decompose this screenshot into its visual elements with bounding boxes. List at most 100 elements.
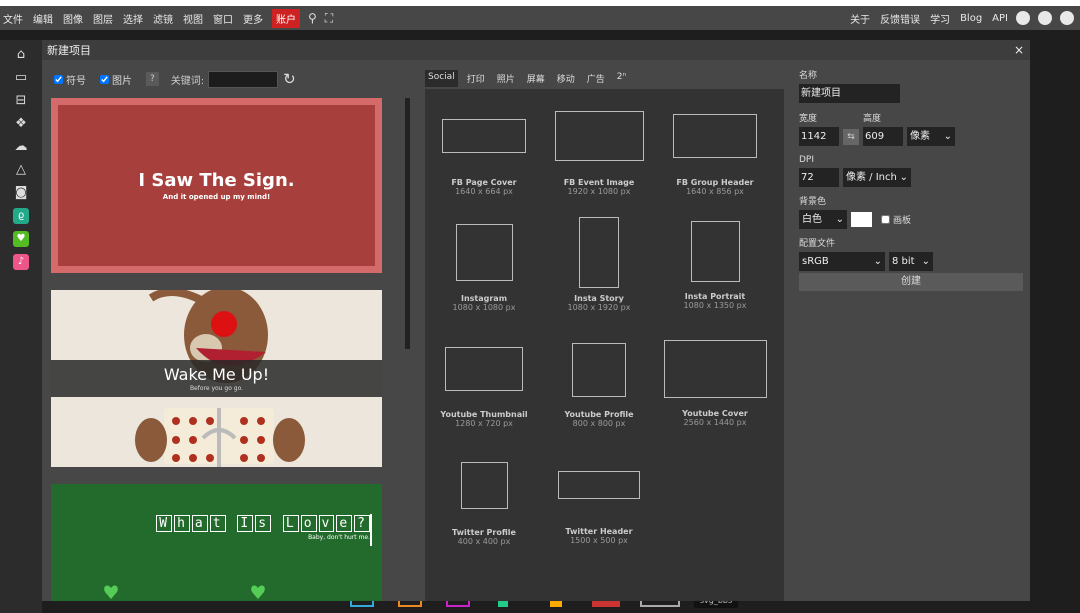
- cloud-icon[interactable]: ☁: [13, 139, 29, 155]
- preset-twitter-header[interactable]: Twitter Header 1500 x 500 px: [540, 471, 658, 545]
- tab-power-of-two[interactable]: 2ⁿ: [614, 70, 629, 87]
- monitor-icon[interactable]: ▭: [13, 70, 29, 86]
- link-blog[interactable]: Blog: [960, 13, 982, 24]
- app-icon-teal[interactable]: ϱ: [13, 208, 29, 224]
- preset-size: 1640 x 664 px: [455, 187, 513, 196]
- tab-screen[interactable]: 屏幕: [524, 70, 548, 87]
- preset-name: Insta Portrait: [684, 292, 746, 301]
- preset-fb-page-cover[interactable]: FB Page Cover 1640 x 664 px: [425, 119, 543, 196]
- gamepad-icon[interactable]: ◙: [13, 185, 29, 201]
- height-input[interactable]: 609: [863, 127, 903, 146]
- filter-symbol-checkbox[interactable]: [54, 74, 63, 84]
- twitter-icon[interactable]: [1038, 11, 1052, 25]
- preset-twitter-profile[interactable]: Twitter Profile 400 x 400 px: [425, 462, 543, 546]
- reddit-icon[interactable]: [1016, 11, 1030, 25]
- menu-edit[interactable]: 编辑: [33, 11, 60, 26]
- background-color-swatch[interactable]: [851, 212, 872, 227]
- chevron-down-icon: ⌄: [943, 131, 952, 142]
- preset-name: Twitter Header: [565, 527, 633, 536]
- help-button[interactable]: ?: [146, 72, 159, 86]
- preset-youtube-thumbnail[interactable]: Youtube Thumbnail 1280 x 720 px: [425, 347, 543, 428]
- preset-instagram[interactable]: Instagram 1080 x 1080 px: [425, 224, 543, 312]
- template-card[interactable]: Wake Me Up! Before you go go.: [51, 290, 382, 467]
- left-toolbar: ⌂ ▭ ⊟ ❖ ☁ △ ◙ ϱ ♥ ♪: [0, 40, 42, 613]
- preset-preview: [673, 114, 757, 158]
- profile-select[interactable]: sRGB ⌄: [799, 252, 885, 271]
- preset-name: Instagram: [460, 294, 508, 303]
- preset-size: 1640 x 856 px: [686, 187, 744, 196]
- template-subtitle: And it opened up my mind!: [162, 193, 271, 201]
- menu-more[interactable]: 更多: [243, 11, 270, 26]
- tab-social[interactable]: Social: [425, 70, 458, 87]
- preset-size: 1280 x 720 px: [455, 419, 513, 428]
- menu-filter[interactable]: 滤镜: [153, 11, 180, 26]
- facebook-icon[interactable]: [1060, 11, 1074, 25]
- tab-mobile[interactable]: 移动: [554, 70, 578, 87]
- bit-depth-value: 8 bit: [892, 256, 915, 267]
- menu-view[interactable]: 视图: [183, 11, 210, 26]
- link-learn[interactable]: 学习: [930, 11, 950, 26]
- chevron-down-icon: ⌄: [873, 256, 882, 267]
- menu-account[interactable]: 账户: [272, 8, 300, 28]
- preset-preview: [442, 119, 526, 153]
- template-list: I Saw The Sign. And it opened up my mind…: [51, 98, 382, 601]
- canvas-label: 画板: [893, 216, 912, 226]
- link-about[interactable]: 关于: [850, 11, 870, 26]
- template-card[interactable]: I Saw The Sign. And it opened up my mind…: [51, 98, 382, 273]
- tab-ad[interactable]: 广告: [584, 70, 608, 87]
- template-card[interactable]: What Is Lo v e? Baby, don't hurt me.: [51, 484, 382, 601]
- heart-decoration: [104, 585, 265, 599]
- menu-file[interactable]: 文件: [3, 11, 30, 26]
- keyword-input[interactable]: [208, 70, 279, 88]
- menu-image[interactable]: 图像: [63, 11, 90, 26]
- template-scrollbar[interactable]: [405, 98, 410, 349]
- name-input[interactable]: 新建项目: [799, 84, 900, 103]
- width-label: 宽度: [799, 114, 818, 124]
- search-icon[interactable]: ⚲: [308, 11, 317, 25]
- dpi-unit-select[interactable]: 像素 / Inch ⌄: [843, 168, 911, 187]
- preset-youtube-profile[interactable]: Youtube Profile 800 x 800 px: [540, 343, 658, 428]
- tab-print[interactable]: 打印: [464, 70, 488, 87]
- preset-fb-group-header[interactable]: FB Group Header 1640 x 856 px: [656, 114, 774, 196]
- preset-insta-story[interactable]: Insta Story 1080 x 1920 px: [540, 217, 658, 312]
- dialog-title: 新建项目: [47, 44, 91, 57]
- link-dimensions-icon[interactable]: ⇆: [843, 128, 859, 145]
- preset-fb-event-image[interactable]: FB Event Image 1920 x 1080 px: [540, 111, 658, 196]
- fullscreen-icon[interactable]: ⛶: [325, 11, 333, 26]
- preset-insta-portrait[interactable]: Insta Portrait 1080 x 1350 px: [656, 221, 774, 310]
- bit-depth-select[interactable]: 8 bit ⌄: [889, 252, 933, 271]
- filter-picture-checkbox[interactable]: [100, 74, 109, 84]
- menu-select[interactable]: 选择: [123, 11, 150, 26]
- dpi-input[interactable]: 72: [799, 168, 839, 187]
- drive-icon[interactable]: ⊟: [13, 93, 29, 109]
- width-input[interactable]: 1142: [799, 127, 839, 146]
- dialog-titlebar: 新建项目 ×: [42, 40, 1030, 60]
- tab-photo[interactable]: 照片: [494, 70, 518, 87]
- canvas-option[interactable]: 画板: [881, 213, 911, 226]
- menubar: 文件 编辑 图像 图层 选择 滤镜 视图 窗口 更多 账户 ⚲ ⛶ 关于 反馈错…: [0, 6, 1080, 30]
- app-icon-pink[interactable]: ♪: [13, 254, 29, 270]
- preset-tabs: Social 打印 照片 屏幕 移动 广告 2ⁿ: [425, 70, 635, 87]
- preset-size: 1080 x 1920 px: [567, 303, 631, 312]
- filter-symbol[interactable]: 符号: [54, 72, 86, 87]
- link-report-bug[interactable]: 反馈错误: [880, 11, 920, 26]
- close-icon[interactable]: ×: [1014, 43, 1024, 57]
- canvas-checkbox[interactable]: [881, 215, 890, 224]
- dropbox-icon[interactable]: ❖: [13, 116, 29, 132]
- menu-window[interactable]: 窗口: [213, 11, 240, 26]
- filter-picture[interactable]: 图片: [100, 72, 132, 87]
- app-icon-green[interactable]: ♥: [13, 231, 29, 247]
- refresh-icon[interactable]: ↻: [283, 70, 296, 88]
- preset-youtube-cover[interactable]: Youtube Cover 2560 x 1440 px: [656, 340, 774, 427]
- preset-name: Youtube Profile: [564, 410, 634, 419]
- home-icon[interactable]: ⌂: [13, 47, 29, 63]
- create-button[interactable]: 创建: [799, 273, 1023, 291]
- google-drive-icon[interactable]: △: [13, 162, 29, 178]
- preset-name: Youtube Thumbnail: [440, 410, 528, 419]
- link-api[interactable]: API: [992, 13, 1008, 24]
- unit-select-value: 像素: [910, 131, 930, 142]
- menu-layer[interactable]: 图层: [93, 11, 120, 26]
- background-select[interactable]: 白色 ⌄: [799, 210, 847, 229]
- preset-name: FB Group Header: [676, 178, 754, 187]
- unit-select[interactable]: 像素 ⌄: [907, 127, 955, 146]
